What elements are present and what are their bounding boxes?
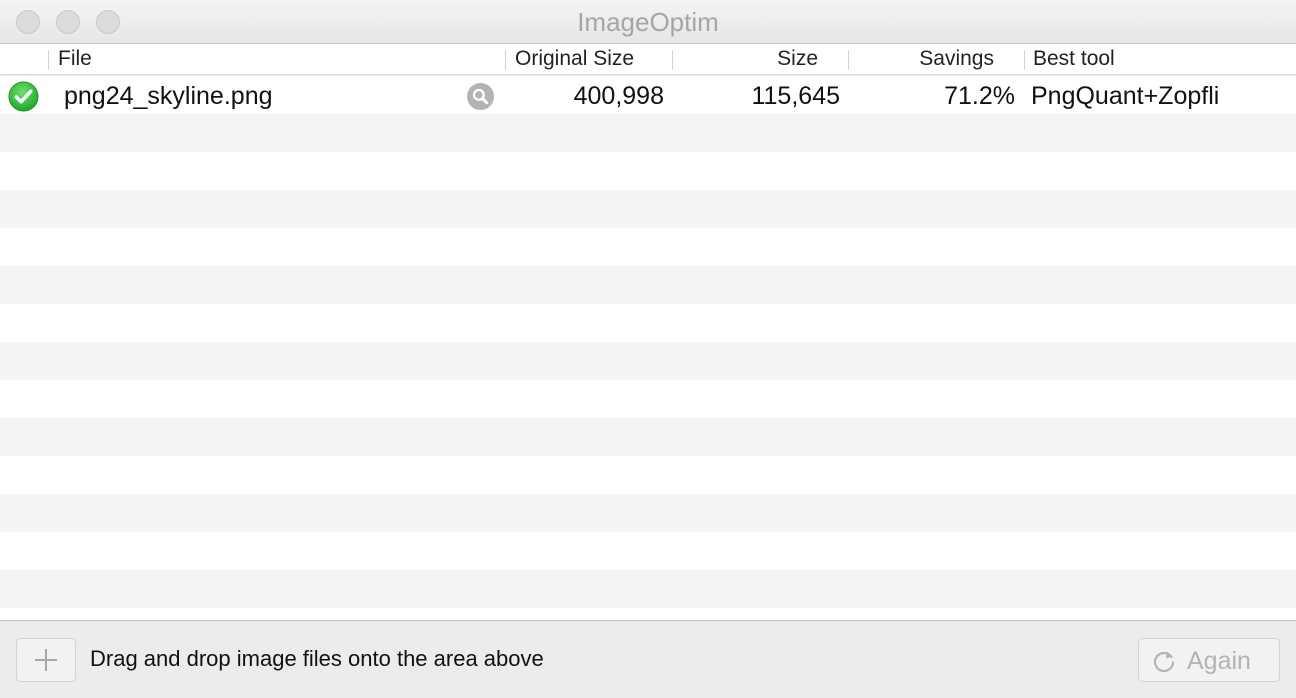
empty-row-stripe — [0, 570, 1296, 608]
quick-look-magnifier-icon[interactable] — [466, 82, 495, 111]
file-list[interactable]: png24_skyline.png 400,998 115,645 71.2% … — [0, 76, 1296, 620]
refresh-icon — [1153, 651, 1175, 673]
best-tool-value: PngQuant+Zopfli — [1031, 82, 1220, 110]
table-row[interactable]: png24_skyline.png 400,998 115,645 71.2% … — [0, 76, 1296, 114]
drop-hint-text: Drag and drop image files onto the area … — [90, 646, 544, 671]
column-separator — [848, 50, 849, 70]
table-header: File Original Size Size Savings Best too… — [0, 43, 1296, 75]
empty-row-stripe — [0, 190, 1296, 228]
add-files-button[interactable] — [16, 638, 76, 682]
column-separator — [505, 50, 506, 70]
success-check-icon — [8, 81, 39, 112]
column-header-best-tool[interactable]: Best tool — [1033, 44, 1115, 74]
savings-value: 71.2% — [944, 82, 1015, 110]
column-header-size[interactable]: Size — [777, 44, 818, 74]
file-name: png24_skyline.png — [64, 82, 273, 110]
plus-icon — [35, 649, 57, 671]
empty-row-stripe — [0, 266, 1296, 304]
column-separator — [672, 50, 673, 70]
column-header-savings[interactable]: Savings — [919, 44, 994, 74]
column-header-file[interactable]: File — [58, 44, 92, 74]
window-title: ImageOptim — [577, 7, 719, 37]
imageoptim-window: ImageOptim File Original Size Size Savin… — [0, 0, 1296, 698]
again-button-label: Again — [1187, 647, 1251, 675]
again-button[interactable]: Again — [1138, 638, 1280, 682]
column-separator — [1024, 50, 1025, 70]
original-size-value: 400,998 — [573, 82, 664, 110]
column-header-original-size[interactable]: Original Size — [515, 44, 634, 74]
title-bar: ImageOptim — [0, 0, 1296, 43]
empty-row-stripe — [0, 342, 1296, 380]
bottom-toolbar: Drag and drop image files onto the area … — [0, 620, 1296, 698]
empty-row-stripe — [0, 494, 1296, 532]
empty-row-stripe — [0, 418, 1296, 456]
column-separator — [48, 50, 49, 70]
size-value: 115,645 — [751, 82, 840, 110]
empty-row-stripe — [0, 114, 1296, 152]
